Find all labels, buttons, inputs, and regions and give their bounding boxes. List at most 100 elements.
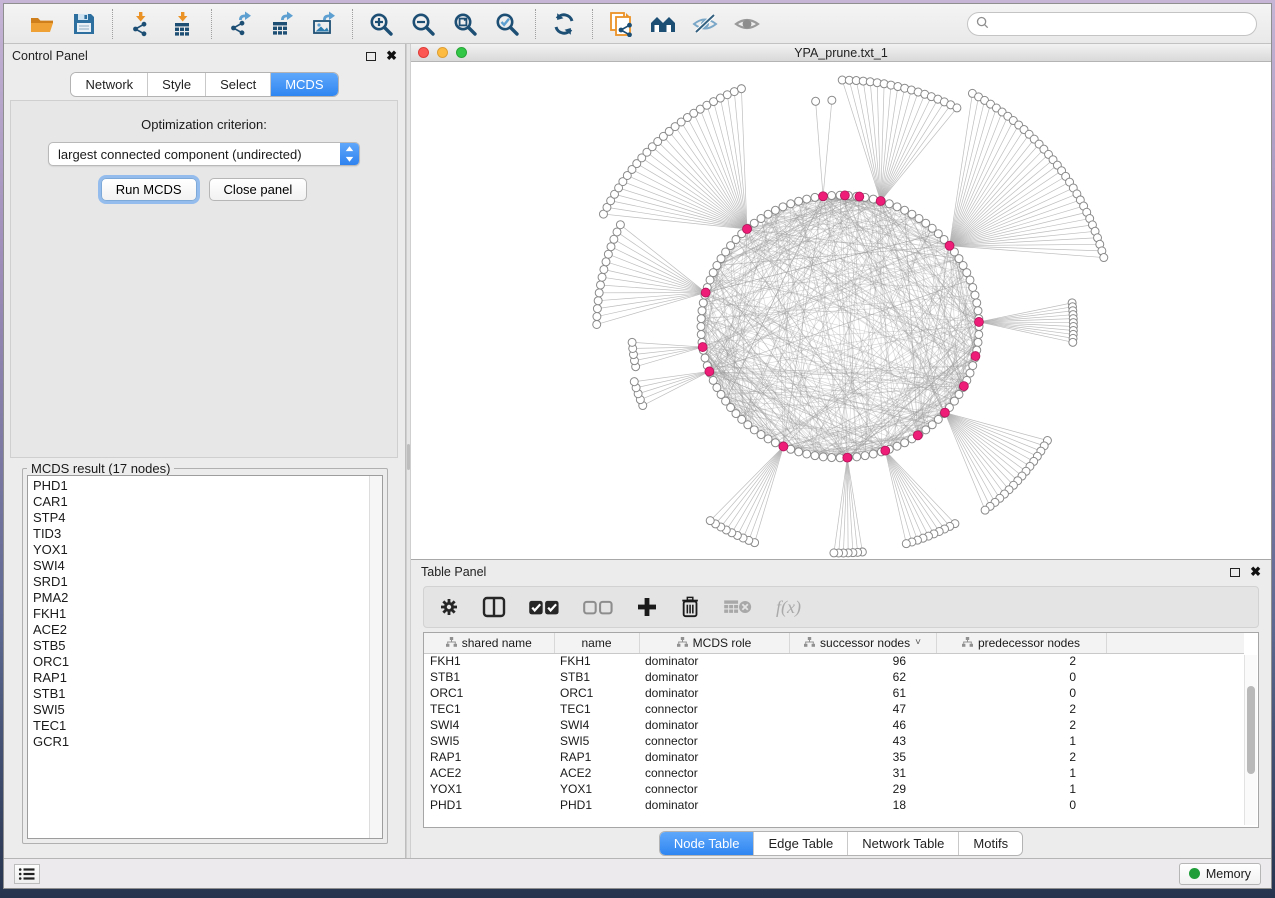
mcds-node-item[interactable]: CAR1 xyxy=(33,494,369,510)
import-network-icon[interactable] xyxy=(127,10,155,38)
select-all-icon[interactable] xyxy=(528,592,560,622)
mcds-hub-node[interactable] xyxy=(913,431,922,440)
table-row[interactable]: YOX1YOX1connector291 xyxy=(424,781,1244,797)
mcds-result-list[interactable]: PHD1CAR1STP4TID3YOX1SWI4SRD1PMA2FKH1ACE2… xyxy=(28,476,369,838)
cell-role[interactable]: dominator xyxy=(639,653,789,669)
cell-name[interactable]: ACE2 xyxy=(554,765,639,781)
mcds-node-item[interactable]: YOX1 xyxy=(33,542,369,558)
export-table-icon[interactable] xyxy=(268,10,296,38)
cell-name[interactable]: ORC1 xyxy=(554,685,639,701)
save-icon[interactable] xyxy=(70,10,98,38)
cell-predecessors[interactable]: 1 xyxy=(936,781,1106,797)
mcds-hub-node[interactable] xyxy=(743,224,752,233)
mcds-node-item[interactable]: TEC1 xyxy=(33,718,369,734)
table-row[interactable]: TEC1TEC1connector472 xyxy=(424,701,1244,717)
memory-button[interactable]: Memory xyxy=(1179,863,1261,885)
cell-successors[interactable]: 46 xyxy=(789,717,936,733)
table-tab-node-table[interactable]: Node Table xyxy=(660,832,754,855)
mcds-hub-node[interactable] xyxy=(705,367,714,376)
cell-role[interactable]: connector xyxy=(639,765,789,781)
mcds-hub-node[interactable] xyxy=(840,191,849,200)
zoom-out-icon[interactable] xyxy=(409,10,437,38)
zoom-fit-icon[interactable] xyxy=(451,10,479,38)
mcds-node-item[interactable]: SWI5 xyxy=(33,702,369,718)
cell-predecessors[interactable]: 0 xyxy=(936,669,1106,685)
cell-successors[interactable]: 35 xyxy=(789,749,936,765)
cell-predecessors[interactable]: 2 xyxy=(936,653,1106,669)
gear-icon[interactable] xyxy=(438,592,460,622)
mcds-hub-node[interactable] xyxy=(701,288,710,297)
cell-role[interactable]: connector xyxy=(639,733,789,749)
cell-successors[interactable]: 62 xyxy=(789,669,936,685)
mcds-hub-node[interactable] xyxy=(779,442,788,451)
cell-shared_name[interactable]: STB1 xyxy=(424,669,554,685)
cell-shared_name[interactable]: RAP1 xyxy=(424,749,554,765)
table-tab-motifs[interactable]: Motifs xyxy=(958,832,1022,855)
cell-predecessors[interactable]: 0 xyxy=(936,685,1106,701)
deselect-all-icon[interactable] xyxy=(582,592,614,622)
mcds-node-item[interactable]: PHD1 xyxy=(33,478,369,494)
mcds-node-item[interactable]: RAP1 xyxy=(33,670,369,686)
table-row[interactable]: FKH1FKH1dominator962 xyxy=(424,653,1244,669)
mcds-node-item[interactable]: SRD1 xyxy=(33,574,369,590)
cell-predecessors[interactable]: 2 xyxy=(936,717,1106,733)
mcds-hub-node[interactable] xyxy=(843,453,852,462)
mcds-hub-node[interactable] xyxy=(940,408,949,417)
apply-layout-icon[interactable] xyxy=(550,10,578,38)
cell-shared_name[interactable]: TEC1 xyxy=(424,701,554,717)
column-header-successor-nodes[interactable]: successor nodes˅ xyxy=(789,633,936,653)
cell-predecessors[interactable]: 2 xyxy=(936,749,1106,765)
tab-mcds[interactable]: MCDS xyxy=(270,73,337,96)
cell-name[interactable]: PHD1 xyxy=(554,797,639,813)
show-all-icon[interactable] xyxy=(733,10,761,38)
mcds-node-item[interactable]: TID3 xyxy=(33,526,369,542)
close-panel-icon[interactable]: ✖ xyxy=(386,51,397,61)
float-table-panel-icon[interactable] xyxy=(1230,568,1240,577)
mcds-hub-node[interactable] xyxy=(971,352,980,361)
export-image-icon[interactable] xyxy=(310,10,338,38)
close-table-panel-icon[interactable]: ✖ xyxy=(1250,567,1261,577)
trash-icon[interactable] xyxy=(680,592,700,622)
mcds-node-item[interactable]: STP4 xyxy=(33,510,369,526)
mcds-node-item[interactable]: STB5 xyxy=(33,638,369,654)
table-row[interactable]: STB1STB1dominator620 xyxy=(424,669,1244,685)
mcds-node-item[interactable]: SWI4 xyxy=(33,558,369,574)
mcds-node-item[interactable]: ACE2 xyxy=(33,622,369,638)
column-header-predecessor-nodes[interactable]: predecessor nodes xyxy=(936,633,1106,653)
task-history-button[interactable] xyxy=(14,864,40,884)
mcds-node-item[interactable]: GCR1 xyxy=(33,734,369,750)
cell-shared_name[interactable]: ORC1 xyxy=(424,685,554,701)
zoom-in-icon[interactable] xyxy=(367,10,395,38)
table-tab-network-table[interactable]: Network Table xyxy=(847,832,958,855)
mcds-node-item[interactable]: ORC1 xyxy=(33,654,369,670)
run-mcds-button[interactable]: Run MCDS xyxy=(101,178,197,201)
network-graph[interactable] xyxy=(411,62,1271,559)
mcds-hub-node[interactable] xyxy=(855,192,864,201)
table-row[interactable]: PHD1PHD1dominator180 xyxy=(424,797,1244,813)
cell-successors[interactable]: 61 xyxy=(789,685,936,701)
cell-shared_name[interactable]: YOX1 xyxy=(424,781,554,797)
cell-successors[interactable]: 31 xyxy=(789,765,936,781)
search-input[interactable] xyxy=(995,17,1248,31)
network-window-titlebar[interactable]: YPA_prune.txt_1 xyxy=(411,44,1271,62)
cell-name[interactable]: STB1 xyxy=(554,669,639,685)
column-header-MCDS-role[interactable]: MCDS role xyxy=(639,633,789,653)
cell-shared_name[interactable]: FKH1 xyxy=(424,653,554,669)
cell-name[interactable]: RAP1 xyxy=(554,749,639,765)
mcds-list-scrollbar[interactable] xyxy=(369,476,382,838)
tab-network[interactable]: Network xyxy=(71,73,147,96)
cell-role[interactable]: connector xyxy=(639,701,789,717)
cell-predecessors[interactable]: 1 xyxy=(936,765,1106,781)
cell-successors[interactable]: 43 xyxy=(789,733,936,749)
column-header-name[interactable]: name xyxy=(554,633,639,653)
cell-role[interactable]: dominator xyxy=(639,797,789,813)
cell-role[interactable]: dominator xyxy=(639,685,789,701)
search-box[interactable] xyxy=(967,12,1257,36)
table-tab-edge-table[interactable]: Edge Table xyxy=(753,832,847,855)
mcds-hub-node[interactable] xyxy=(876,196,885,205)
cell-name[interactable]: SWI4 xyxy=(554,717,639,733)
new-network-from-selection-icon[interactable] xyxy=(607,10,635,38)
cell-shared_name[interactable]: PHD1 xyxy=(424,797,554,813)
table-row[interactable]: SWI4SWI4dominator462 xyxy=(424,717,1244,733)
cell-successors[interactable]: 47 xyxy=(789,701,936,717)
